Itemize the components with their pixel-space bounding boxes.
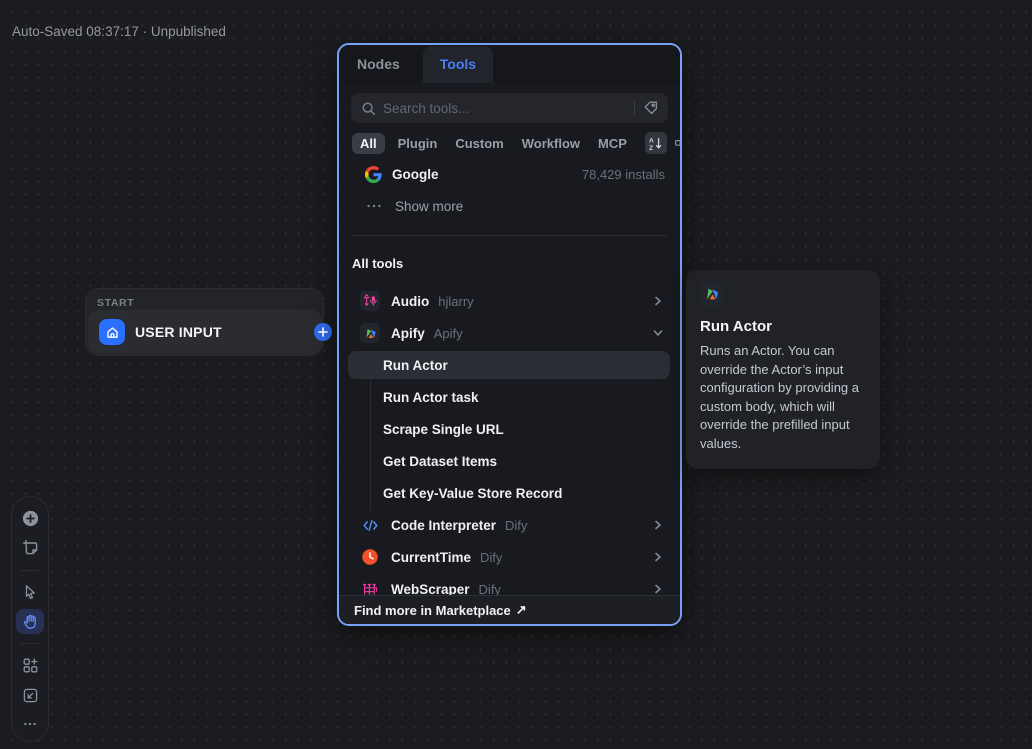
start-node-badge: START (97, 297, 134, 309)
provider-name: CurrentTime (391, 550, 471, 565)
home-icon (99, 319, 125, 345)
install-count: 78,429 installs (582, 167, 665, 182)
provider-name: Audio (391, 294, 429, 309)
provider-apify[interactable]: Apify Apify (339, 318, 680, 348)
google-icon (364, 165, 382, 183)
search-icon (361, 101, 376, 116)
toolbar-divider (21, 570, 39, 571)
apify-tool-icon (360, 323, 380, 343)
search-box (351, 93, 668, 123)
chevron-right-icon (651, 294, 665, 308)
add-node-button[interactable] (16, 506, 44, 531)
start-node-group[interactable]: START USER INPUT (85, 288, 324, 356)
tool-run-actor[interactable]: Run Actor (383, 349, 666, 381)
provider-name: Code Interpreter (391, 518, 496, 533)
tree-view-icon[interactable] (671, 132, 682, 154)
filter-mcp[interactable]: MCP (598, 136, 627, 151)
svg-text:A: A (649, 137, 654, 144)
start-node-title: USER INPUT (135, 324, 222, 340)
tool-get-dataset-items[interactable]: Get Dataset Items (383, 445, 666, 477)
provider-audio[interactable]: Audio hjlarry (339, 286, 680, 316)
marketplace-plugin-google[interactable]: Google 78,429 installs (339, 161, 680, 187)
provider-author: Apify (434, 326, 463, 341)
fit-view-button[interactable] (16, 682, 44, 707)
filter-custom[interactable]: Custom (455, 136, 503, 151)
marketplace-link[interactable]: Find more in Marketplace ↗ (339, 595, 680, 624)
filter-chips: All Plugin Custom Workflow MCP AZ (339, 132, 680, 154)
provider-code-interpreter[interactable]: Code Interpreter Dify (339, 510, 680, 540)
tool-scrape-single-url[interactable]: Scrape Single URL (383, 413, 666, 445)
filter-plugin[interactable]: Plugin (398, 136, 438, 151)
organize-blocks-button[interactable] (16, 653, 44, 678)
chevron-right-icon (651, 518, 665, 532)
sort-az-icon[interactable]: AZ (645, 132, 667, 154)
svg-text:Z: Z (649, 145, 653, 151)
provider-author: Dify (505, 518, 527, 533)
show-more-button[interactable]: Show more (339, 193, 680, 219)
tag-filter-icon[interactable] (643, 100, 659, 116)
ellipsis-icon (366, 198, 382, 214)
search-divider (634, 101, 635, 115)
provider-author: hjlarry (438, 294, 473, 309)
tool-run-actor-task[interactable]: Run Actor task (383, 381, 666, 413)
show-more-label: Show more (395, 199, 463, 214)
panel-tabs: Nodes Tools (339, 45, 680, 83)
chevron-down-icon (651, 326, 665, 340)
filter-all[interactable]: All (352, 133, 385, 154)
provider-name: Apify (391, 326, 425, 341)
add-next-node-button[interactable] (314, 323, 332, 341)
chevron-right-icon (651, 582, 665, 596)
section-divider (352, 235, 667, 236)
provider-current-time[interactable]: CurrentTime Dify (339, 542, 680, 572)
provider-author: Dify (480, 550, 502, 565)
start-node-card[interactable]: USER INPUT (88, 310, 323, 354)
autosave-status: Auto-Saved 08:37:17 · Unpublished (12, 24, 226, 39)
filter-workflow[interactable]: Workflow (522, 136, 580, 151)
add-note-button[interactable] (16, 535, 44, 560)
tooltip-title: Run Actor (700, 318, 866, 335)
clock-icon (360, 547, 380, 567)
tool-get-kv-store-record[interactable]: Get Key-Value Store Record (383, 477, 666, 509)
tab-nodes[interactable]: Nodes (357, 46, 400, 83)
audio-tool-icon (360, 291, 380, 311)
apify-tool-icon-large (700, 282, 724, 306)
canvas-toolbar (11, 496, 49, 742)
external-link-arrow-icon: ↗ (516, 602, 527, 618)
chevron-right-icon (651, 550, 665, 564)
hand-mode-button[interactable] (16, 609, 44, 634)
search-input[interactable] (383, 101, 626, 116)
block-selector-panel: Nodes Tools All Plugin Custom Workflow M… (337, 43, 682, 626)
plugin-name: Google (392, 167, 439, 182)
more-options-button[interactable] (16, 712, 44, 737)
tab-tools[interactable]: Tools (423, 46, 493, 83)
toolbar-divider (21, 643, 39, 644)
code-icon (360, 515, 380, 535)
tooltip-description: Runs an Actor. You can override the Acto… (700, 342, 866, 453)
tool-detail-tooltip: Run Actor Runs an Actor. You can overrid… (686, 270, 880, 469)
marketplace-link-label: Find more in Marketplace (354, 603, 511, 618)
pointer-mode-button[interactable] (16, 580, 44, 605)
all-tools-heading: All tools (352, 256, 403, 271)
